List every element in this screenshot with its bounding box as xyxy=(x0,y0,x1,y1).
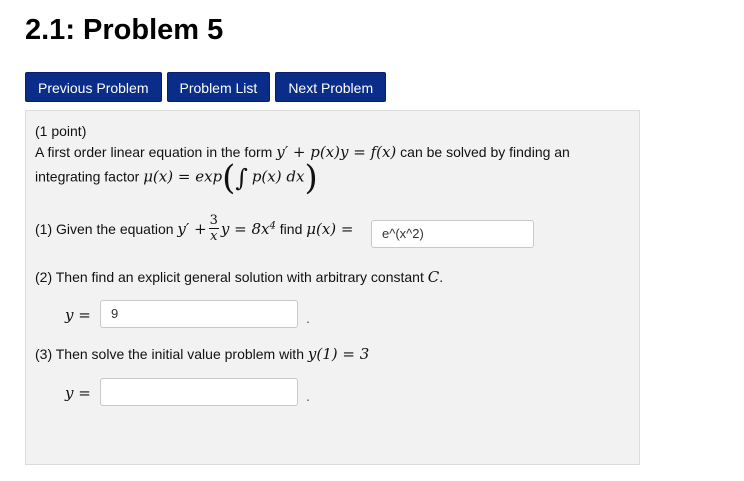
previous-problem-button[interactable]: Previous Problem xyxy=(25,72,162,102)
fraction-numerator: 3 xyxy=(208,213,219,229)
problem-nav: Previous Problem Problem List Next Probl… xyxy=(25,72,387,102)
mu-definition: μ(x) = exp xyxy=(143,167,223,186)
ivp-solution-input[interactable] xyxy=(100,378,298,406)
problem-panel: (1 point) A first order linear equation … xyxy=(25,110,640,465)
part3-condition: y(1) = 3 xyxy=(307,345,370,363)
part2-period: . xyxy=(439,269,444,285)
part2-y-label: y = xyxy=(65,306,91,324)
right-paren: ) xyxy=(304,158,318,198)
integrand: p(x) dx xyxy=(251,167,305,186)
integral-sign: ∫ xyxy=(235,164,248,192)
part1-prefix: (1) Given the equation xyxy=(35,221,174,238)
part3-text: (3) Then solve the initial value problem… xyxy=(35,346,304,362)
page-title: 2.1: Problem 5 xyxy=(25,14,224,46)
next-problem-button[interactable]: Next Problem xyxy=(275,72,387,102)
part1-exponent: 4 xyxy=(269,220,276,232)
left-paren: ( xyxy=(222,158,236,198)
intro-suffix: can be solved by finding an xyxy=(400,144,570,160)
part2-trailing-period: . xyxy=(306,310,310,326)
part1-fraction: 3x xyxy=(208,213,219,244)
part3-y-label: y = xyxy=(65,384,91,402)
part3-trailing-period: . xyxy=(306,388,310,404)
part1-find: find xyxy=(279,221,303,238)
fraction-denominator: x xyxy=(210,229,218,244)
points-label: (1 point) xyxy=(35,123,87,139)
mu-answer-input[interactable]: e^(x^2) xyxy=(371,220,534,248)
intro-line: A first order linear equation in the for… xyxy=(35,143,570,161)
part2-constant: C xyxy=(427,268,440,286)
part1-mu: μ(x) = xyxy=(306,220,354,239)
intro-prefix: A first order linear equation in the for… xyxy=(35,144,273,160)
part1-y: y′ + xyxy=(177,220,207,239)
general-solution-input[interactable]: 9 xyxy=(100,300,298,328)
part2-text: (2) Then find an explicit general soluti… xyxy=(35,269,424,285)
part1-line: (1) Given the equation y′ +3 x y = 8x4 fin… xyxy=(35,213,354,246)
part2-line: (2) Then find an explicit general soluti… xyxy=(35,268,443,286)
integrating-factor-line: integrating factor μ(x) = exp(∫ p(x) dx) xyxy=(35,161,318,195)
problem-list-button[interactable]: Problem List xyxy=(166,72,271,102)
part3-line: (3) Then solve the initial value problem… xyxy=(35,345,369,363)
part1-rhs: y = 8x xyxy=(220,220,270,239)
intro-equation: y′ + p(x)y = f(x) xyxy=(276,143,397,161)
integrating-prefix: integrating factor xyxy=(35,168,140,185)
